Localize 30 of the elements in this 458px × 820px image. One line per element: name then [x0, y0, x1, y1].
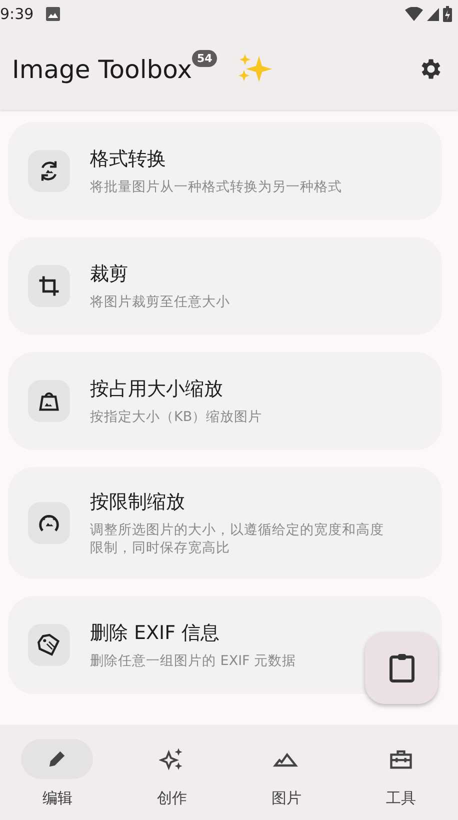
tool-title: 格式转换 [90, 146, 167, 172]
tool-card[interactable]: 格式转换 将批量图片从一种格式转换为另一种格式 [8, 122, 442, 220]
tool-card[interactable]: 按限制缩放 调整所选图片的大小，以遵循给定的宽度和高度限制，同时保存宽高比 [8, 467, 442, 580]
clipboard-icon [388, 653, 414, 683]
tool-description: 按指定大小（KB）缩放图片 [90, 408, 262, 426]
paste-button[interactable] [365, 632, 438, 704]
tool-title: 裁剪 [90, 262, 129, 287]
tool-title: 删除 EXIF 信息 [90, 621, 221, 646]
signal-icon [427, 8, 439, 20]
tool-description: 将批量图片从一种格式转换为另一种格式 [90, 178, 342, 196]
tool-card[interactable]: 按占用大小缩放 按指定大小（KB）缩放图片 [8, 352, 442, 450]
battery-icon [443, 6, 452, 22]
nav-tab[interactable]: 编辑 [0, 725, 114, 820]
sparkles-icon [158, 746, 185, 772]
image-notification-icon [46, 7, 60, 21]
nav-tab[interactable]: 图片 [229, 725, 344, 820]
tool-title: 按限制缩放 [90, 490, 186, 515]
tool-description: 删除任意一组图片的 EXIF 元数据 [90, 652, 296, 671]
tool-title: 按占用大小缩放 [90, 376, 224, 402]
status-time: 9:39 [0, 5, 34, 23]
tool-description: 将图片裁剪至任意大小 [90, 292, 230, 312]
wifi-icon [405, 7, 423, 21]
tool-card[interactable]: 裁剪 将图片裁剪至任意大小 [8, 237, 442, 335]
update-count-badge: 54 [192, 50, 218, 67]
tool-description: 调整所选图片的大小，以遵循给定的宽度和高度限制，同时保存宽高比 [90, 521, 385, 558]
tag-icon [36, 632, 62, 658]
app-title: Image Toolbox [12, 54, 192, 84]
nav-tab[interactable]: 工具 [344, 725, 458, 820]
tool-card[interactable]: 删除 EXIF 信息 删除任意一组图片的 EXIF 元数据 [8, 596, 442, 694]
nav-tab[interactable]: 创作 [114, 725, 229, 820]
